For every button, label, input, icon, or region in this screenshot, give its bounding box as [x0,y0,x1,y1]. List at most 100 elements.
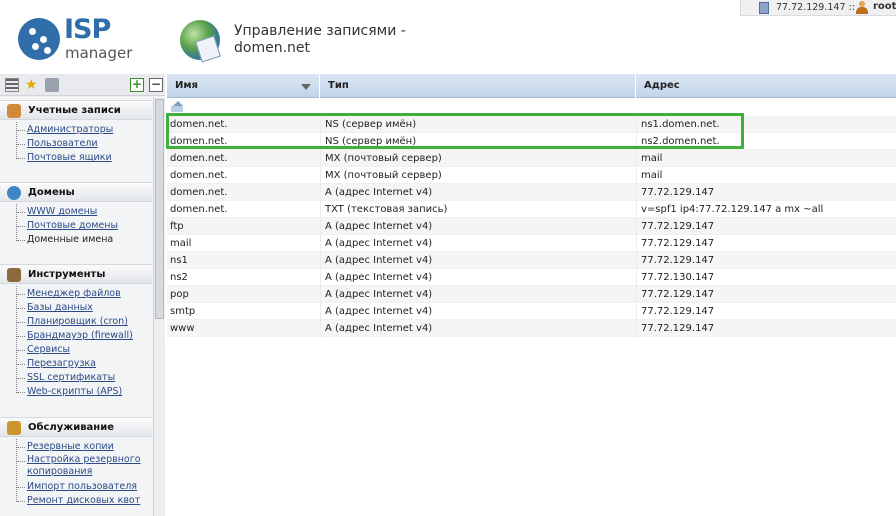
record-name-cell: ns2 [170,272,188,283]
sidebar-item-mail-domains[interactable]: Почтовые домены [17,219,152,233]
record-name-cell: domen.net. [170,170,228,181]
user-bar: 77.72.129.147 :: root [740,0,896,16]
record-type-cell: A (адрес Internet v4) [320,303,636,320]
server-icon [759,2,769,14]
record-name-cell: pop [170,289,189,300]
sidebar-item-services[interactable]: Сервисы [17,343,152,357]
sidebar-section-domains: Домены WWW домены Почтовые домены Доменн… [0,182,152,247]
table-row[interactable]: domen.net. TXT (текстовая запись) v=spf1 i… [167,201,896,218]
sort-desc-icon[interactable] [301,84,311,90]
record-address-cell: mail [636,150,896,167]
sidebar-toolbar: ★ + − [0,74,165,96]
record-address-cell: 77.72.129.147 [636,303,896,320]
sidebar-section-tools: Инструменты Менеджер файлов Базы данных … [0,264,152,399]
user-icon [856,1,868,14]
section-header[interactable]: Инструменты [0,264,152,284]
globe-icon [7,186,21,200]
column-header-type[interactable]: Тип [320,74,636,98]
table-row[interactable]: pop A (адрес Internet v4) 77.72.129.147 [167,286,896,303]
collapse-all-icon[interactable]: − [149,78,163,92]
table-header: Имя Тип Адрес [167,74,896,98]
record-address-cell: 77.72.129.147 [636,286,896,303]
record-name-cell: smtp [170,306,196,317]
logo-text-primary: ISP [64,14,111,45]
up-level-icon[interactable] [171,101,183,112]
sidebar-scroll-thumb[interactable] [155,99,164,319]
table-row[interactable]: www A (адрес Internet v4) 77.72.129.147 [167,320,896,337]
record-name-cell: domen.net. [170,153,228,164]
snapshot-icon[interactable] [45,78,59,92]
sidebar-item-databases[interactable]: Базы данных [17,301,152,315]
record-address-cell: v=spf1 ip4:77.72.129.147 a mx ~all [636,201,896,218]
record-type-cell: TXT (текстовая запись) [320,201,636,218]
table-body: domen.net. NS (сервер имён) ns1.domen.net.… [167,116,896,337]
sidebar-item-domain-names[interactable]: Доменные имена [17,233,152,247]
table-row[interactable]: domen.net. MX (почтовый сервер) mail [167,150,896,167]
sidebar-item-ssl[interactable]: SSL сертификаты [17,371,152,385]
section-title: Учетные записи [28,105,121,116]
ns-records-highlight [166,113,744,149]
sidebar-item-aps[interactable]: Web-скрипты (APS) [17,385,152,399]
sidebar-item-mailboxes[interactable]: Почтовые ящики [17,151,152,165]
sidebar-scrollbar[interactable] [153,97,165,516]
table-row[interactable]: domen.net. A (адрес Internet v4) 77.72.129… [167,184,896,201]
sidebar-item-firewall[interactable]: Брандмауэр (firewall) [17,329,152,343]
user-name[interactable]: root [873,1,896,12]
record-type-cell: A (адрес Internet v4) [320,320,636,337]
table-row[interactable]: mail A (адрес Internet v4) 77.72.129.147 [167,235,896,252]
sidebar-item-import-user[interactable]: Импорт пользователя [17,480,152,494]
tools-icon [7,268,21,282]
record-name-cell: www [170,323,195,334]
page-title-line1: Управление записями - [234,23,406,39]
section-title: Инструменты [28,269,106,280]
table-row[interactable]: ns2 A (адрес Internet v4) 77.72.130.147 [167,269,896,286]
users-icon [7,104,21,118]
sidebar-item-file-manager[interactable]: Менеджер файлов [17,287,152,301]
sidebar-item-backup-settings[interactable]: Настройка резервного копирования [17,454,145,480]
record-address-cell: 77.72.129.147 [636,235,896,252]
record-name-cell: ns1 [170,255,188,266]
record-type-cell: A (адрес Internet v4) [320,286,636,303]
column-label: Тип [328,80,349,91]
table-row[interactable]: ns1 A (адрес Internet v4) 77.72.129.147 [167,252,896,269]
sidebar-item-cron[interactable]: Планировщик (cron) [17,315,152,329]
page-title: Управление записями - domen.net [234,23,406,57]
favorites-star-icon[interactable]: ★ [25,78,39,92]
column-header-name[interactable]: Имя [167,74,320,98]
list-view-icon[interactable] [5,78,19,92]
record-name-cell: domen.net. [170,204,228,215]
sidebar-item-administrators[interactable]: Администраторы [17,123,152,137]
record-address-cell: 77.72.129.147 [636,184,896,201]
record-address-cell: 77.72.129.147 [636,320,896,337]
sidebar-section-maintenance: Обслуживание Резервные копии Настройка р… [0,417,152,508]
column-label: Адрес [644,80,680,91]
ispmanager-logo[interactable]: ISP manager [18,14,148,64]
logo-text-secondary: manager [65,44,133,62]
record-name-cell: mail [170,238,192,249]
record-address-cell: mail [636,167,896,184]
column-header-address[interactable]: Адрес [636,74,896,98]
logo-mark-icon [18,18,60,60]
record-address-cell: 77.72.130.147 [636,269,896,286]
section-header[interactable]: Обслуживание [0,417,152,437]
column-label: Имя [175,80,198,91]
sidebar-item-reboot[interactable]: Перезагрузка [17,357,152,371]
record-type-cell: A (адрес Internet v4) [320,184,636,201]
server-address: 77.72.129.147 :: [776,2,855,13]
section-title: Домены [28,187,75,198]
sidebar-item-backups[interactable]: Резервные копии [17,440,152,454]
sidebar-item-users[interactable]: Пользователи [17,137,152,151]
table-row[interactable]: domen.net. MX (почтовый сервер) mail [167,167,896,184]
sidebar: ★ + − Учетные записи Администраторы Поль… [0,74,165,516]
section-header[interactable]: Домены [0,182,152,202]
sidebar-item-www-domains[interactable]: WWW домены [17,205,152,219]
record-type-cell: A (адрес Internet v4) [320,252,636,269]
table-row[interactable]: smtp A (адрес Internet v4) 77.72.129.147 [167,303,896,320]
table-row[interactable]: ftp A (адрес Internet v4) 77.72.129.147 [167,218,896,235]
section-header[interactable]: Учетные записи [0,100,152,120]
section-title: Обслуживание [28,422,114,433]
record-type-cell: A (адрес Internet v4) [320,269,636,286]
expand-all-icon[interactable]: + [130,78,144,92]
record-address-cell: 77.72.129.147 [636,252,896,269]
sidebar-item-quota-repair[interactable]: Ремонт дисковых квот [17,494,152,508]
